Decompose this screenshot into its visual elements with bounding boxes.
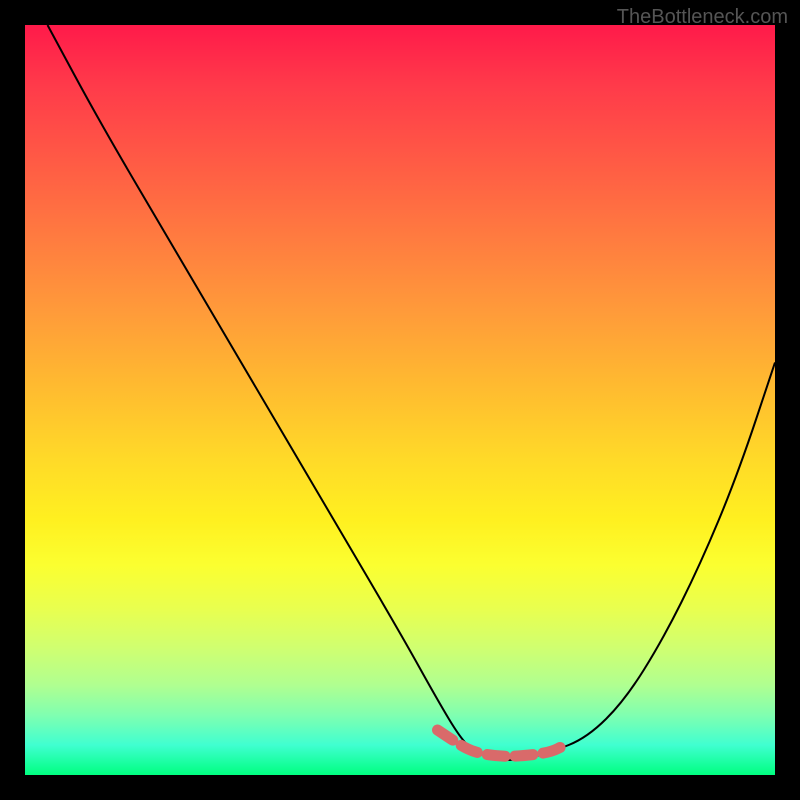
chart-svg (25, 25, 775, 775)
bottleneck-curve-path (48, 25, 776, 760)
stress-segment-path (438, 730, 566, 756)
watermark-label: TheBottleneck.com (617, 6, 788, 29)
plot-area (25, 25, 775, 775)
